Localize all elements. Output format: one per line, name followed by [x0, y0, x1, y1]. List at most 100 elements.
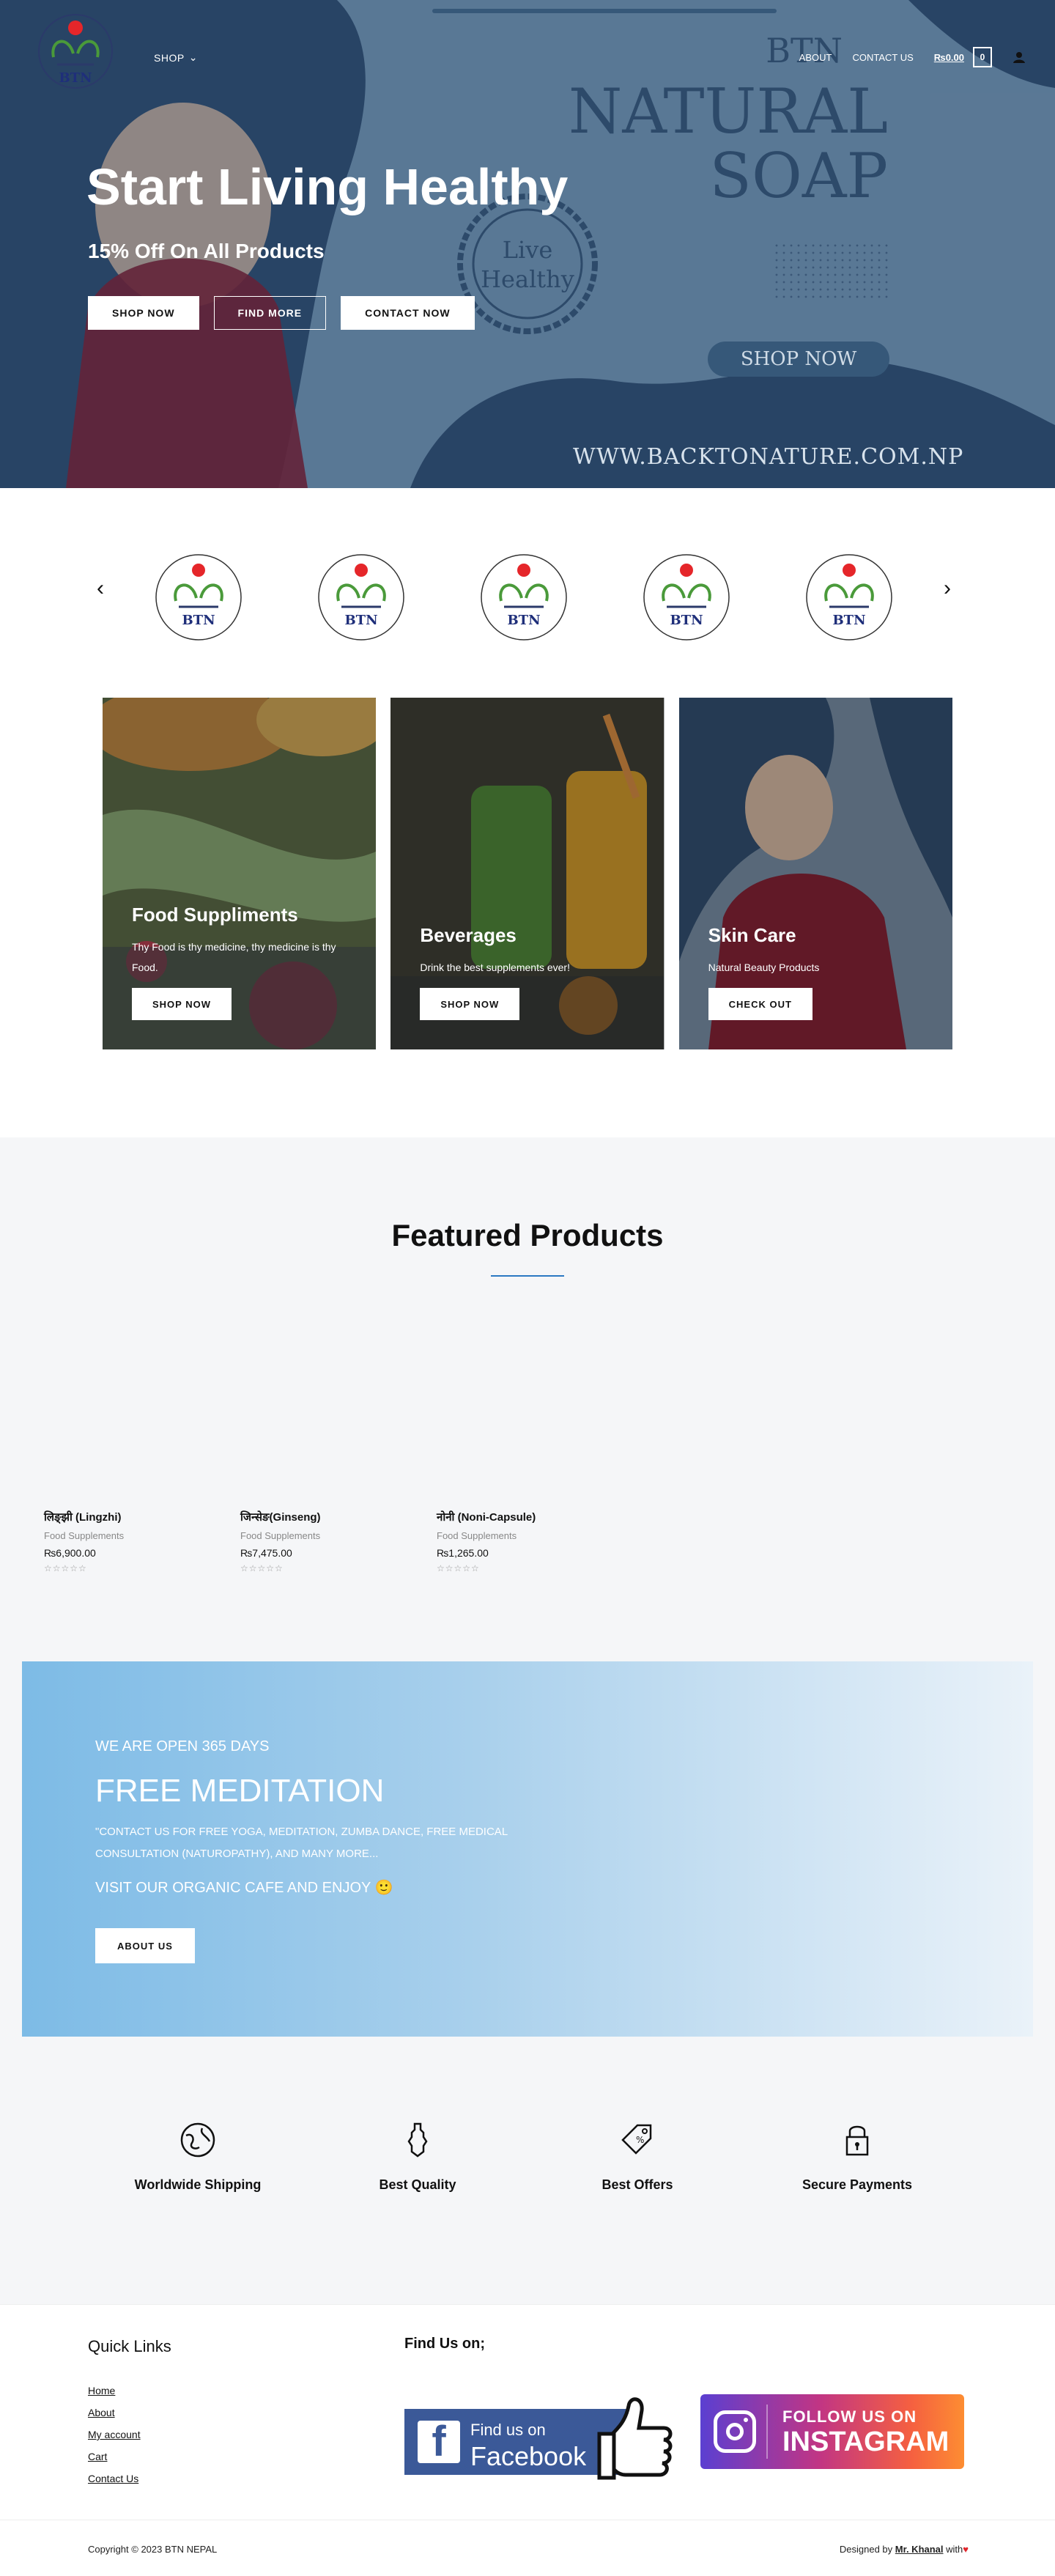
carousel-logo[interactable]: BTN — [479, 553, 569, 642]
hero-title: Start Living Healthy — [86, 158, 569, 215]
product-category[interactable]: Food Supplements — [44, 1530, 240, 1541]
about-us-button[interactable]: ABOUT US — [95, 1928, 195, 1963]
hero-shop-pill[interactable]: SHOP NOW — [708, 342, 889, 377]
medal-icon — [407, 2122, 428, 2158]
nav-right: ABOUT CONTACT US ₨0.00 0 — [799, 47, 1026, 67]
card-title: Beverages — [420, 924, 517, 946]
carousel-logo-text: BTN — [670, 613, 703, 628]
globe-icon — [180, 2122, 215, 2158]
card-text: Thy Food is thy medicine, thy medicine i… — [132, 941, 336, 973]
product-name[interactable]: जिन्सेङ(Ginseng) — [240, 1510, 437, 1524]
star-rating-icon: ☆☆☆☆☆ — [44, 1563, 87, 1573]
cart-link[interactable]: ₨0.00 0 — [934, 47, 992, 67]
logo-text: BTN — [59, 70, 92, 86]
designed-by: Designed by Mr. Khanal with♥ — [840, 2544, 969, 2555]
logo-carousel: ‹ BTN BTN BTN BTN BTN › — [0, 488, 1055, 679]
category-card-skin-care[interactable]: Skin Care Natural Beauty Products CHECK … — [678, 698, 952, 1049]
dot-grid — [773, 242, 890, 300]
feature-label: Best Quality — [379, 2177, 456, 2192]
carousel-logo[interactable]: BTN — [804, 553, 894, 642]
carousel-track: BTN BTN BTN BTN BTN — [154, 553, 894, 642]
heart-icon: ♥ — [963, 2544, 969, 2555]
product-price: ₨1,265.00 — [437, 1547, 489, 1559]
card-content: Food Suppliments Thy Food is thy medicin… — [132, 904, 354, 1020]
footer-link-my-account[interactable]: My account — [88, 2424, 141, 2446]
meditation-visit: VISIT OUR ORGANIC CAFE AND ENJOY 🙂 — [95, 1880, 393, 1896]
feature-shipping: Worldwide Shipping — [88, 2119, 308, 2193]
nav-about[interactable]: ABOUT — [799, 52, 832, 63]
category-card-beverages[interactable]: Beverages Drink the best supplements eve… — [390, 698, 665, 1049]
meditation-title: FREE MEDITATION — [95, 1773, 385, 1809]
carousel-prev-icon[interactable]: ‹ — [97, 576, 104, 601]
category-card-food[interactable]: Food Suppliments Thy Food is thy medicin… — [103, 698, 377, 1049]
ig-line-1: FOLLOW US ON — [782, 2407, 917, 2426]
seal-line-2: Healthy — [481, 265, 574, 293]
product-name[interactable]: नोनी (Noni-Capsule) — [437, 1510, 633, 1524]
shop-now-button[interactable]: SHOP NOW — [88, 296, 199, 330]
card-shop-now-button[interactable]: SHOP NOW — [132, 988, 232, 1020]
find-more-button[interactable]: FIND MORE — [213, 296, 327, 330]
product-name[interactable]: लिङ्झी (Lingzhi) — [44, 1510, 240, 1524]
btn-logo[interactable]: BTN — [35, 13, 116, 94]
carousel-next-icon[interactable]: › — [944, 576, 951, 601]
cart-amount: ₨0.00 — [933, 51, 964, 63]
card-shop-now-button[interactable]: SHOP NOW — [420, 988, 520, 1020]
hero-buttons: SHOP NOW FIND MORE CONTACT NOW — [88, 296, 475, 330]
seal-line-1: Live — [503, 236, 553, 264]
meditation-banner: WE ARE OPEN 365 DAYS FREE MEDITATION "CO… — [22, 1661, 1033, 2037]
featured-title: Featured Products — [391, 1218, 664, 1252]
footer-link-about[interactable]: About — [88, 2402, 141, 2424]
product-category[interactable]: Food Supplements — [240, 1530, 437, 1541]
star-rating-icon: ☆☆☆☆☆ — [240, 1563, 284, 1573]
contact-now-button[interactable]: CONTACT NOW — [341, 296, 475, 330]
features-row: Worldwide Shipping Best Quality % Best O… — [88, 2119, 967, 2193]
cart-count: 0 — [980, 52, 985, 62]
user-icon[interactable] — [1013, 51, 1026, 64]
tag-icon: % — [621, 2124, 652, 2155]
card-content: Beverages Drink the best supplements eve… — [420, 924, 642, 1020]
instagram-banner[interactable]: FOLLOW US ON INSTAGRAM — [700, 2394, 964, 2469]
feature-label: Secure Payments — [802, 2177, 913, 2192]
site-header: BTN SHOP ⌄ ABOUT CONTACT US ₨0.00 0 — [0, 0, 1055, 117]
carousel-logo-text: BTN — [507, 613, 540, 628]
product-price: ₨6,900.00 — [44, 1547, 96, 1559]
hero-subtitle: 15% Off On All Products — [88, 240, 325, 262]
facebook-icon: f — [418, 2421, 460, 2463]
divider — [766, 2405, 768, 2459]
card-title: Skin Care — [708, 924, 796, 946]
fb-line-2: Facebook — [470, 2441, 587, 2471]
feature-label: Worldwide Shipping — [134, 2177, 262, 2192]
card-content: Skin Care Natural Beauty Products CHECK … — [708, 924, 930, 1020]
carousel-logo-text: BTN — [182, 613, 215, 628]
product-card[interactable]: नोनी (Noni-Capsule) Food Supplements ₨1,… — [437, 1510, 633, 1573]
site-url: WWW.BACKTONATURE.COM.NP — [573, 444, 964, 470]
footer-link-cart[interactable]: Cart — [88, 2446, 141, 2468]
feature-label: Best Offers — [601, 2177, 673, 2192]
product-card[interactable]: जिन्सेङ(Ginseng) Food Supplements ₨7,475… — [240, 1510, 437, 1573]
facebook-banner[interactable]: f Find us on Facebook — [404, 2391, 675, 2487]
chevron-down-icon: ⌄ — [188, 51, 198, 63]
product-category[interactable]: Food Supplements — [437, 1530, 633, 1541]
carousel-logo[interactable]: BTN — [316, 553, 406, 642]
product-card[interactable]: लिङ्झी (Lingzhi) Food Supplements ₨6,900… — [44, 1510, 240, 1573]
footer-link-contact[interactable]: Contact Us — [88, 2468, 141, 2490]
card-check-out-button[interactable]: CHECK OUT — [708, 988, 812, 1020]
meditation-text: "CONTACT US FOR FREE YOGA, MEDITATION, Z… — [95, 1826, 508, 1860]
featured-section: Featured Products लिङ्झी (Lingzhi) Food … — [0, 1137, 1055, 2304]
carousel-logo[interactable]: BTN — [642, 553, 731, 642]
feature-quality: Best Quality — [308, 2119, 528, 2193]
cart-icon: 0 — [973, 47, 992, 67]
quick-links: Home About My account Cart Contact Us — [88, 2380, 141, 2490]
nav-shop-label: SHOP — [154, 51, 185, 64]
carousel-logo-text: BTN — [344, 613, 377, 628]
instagram-icon — [714, 2410, 756, 2453]
product-price: ₨7,475.00 — [240, 1547, 292, 1559]
designer-link[interactable]: Mr. Khanal — [895, 2544, 944, 2555]
carousel-logo[interactable]: BTN — [154, 553, 243, 642]
card-text: Drink the best supplements ever! — [420, 962, 570, 973]
nav-contact[interactable]: CONTACT US — [852, 52, 913, 63]
footer-link-home[interactable]: Home — [88, 2380, 141, 2402]
nav-shop[interactable]: SHOP ⌄ — [154, 51, 198, 64]
hero-banner: BTN SHOP ⌄ ABOUT CONTACT US ₨0.00 0 BTN … — [0, 0, 1055, 488]
card-text: Natural Beauty Products — [708, 962, 820, 973]
